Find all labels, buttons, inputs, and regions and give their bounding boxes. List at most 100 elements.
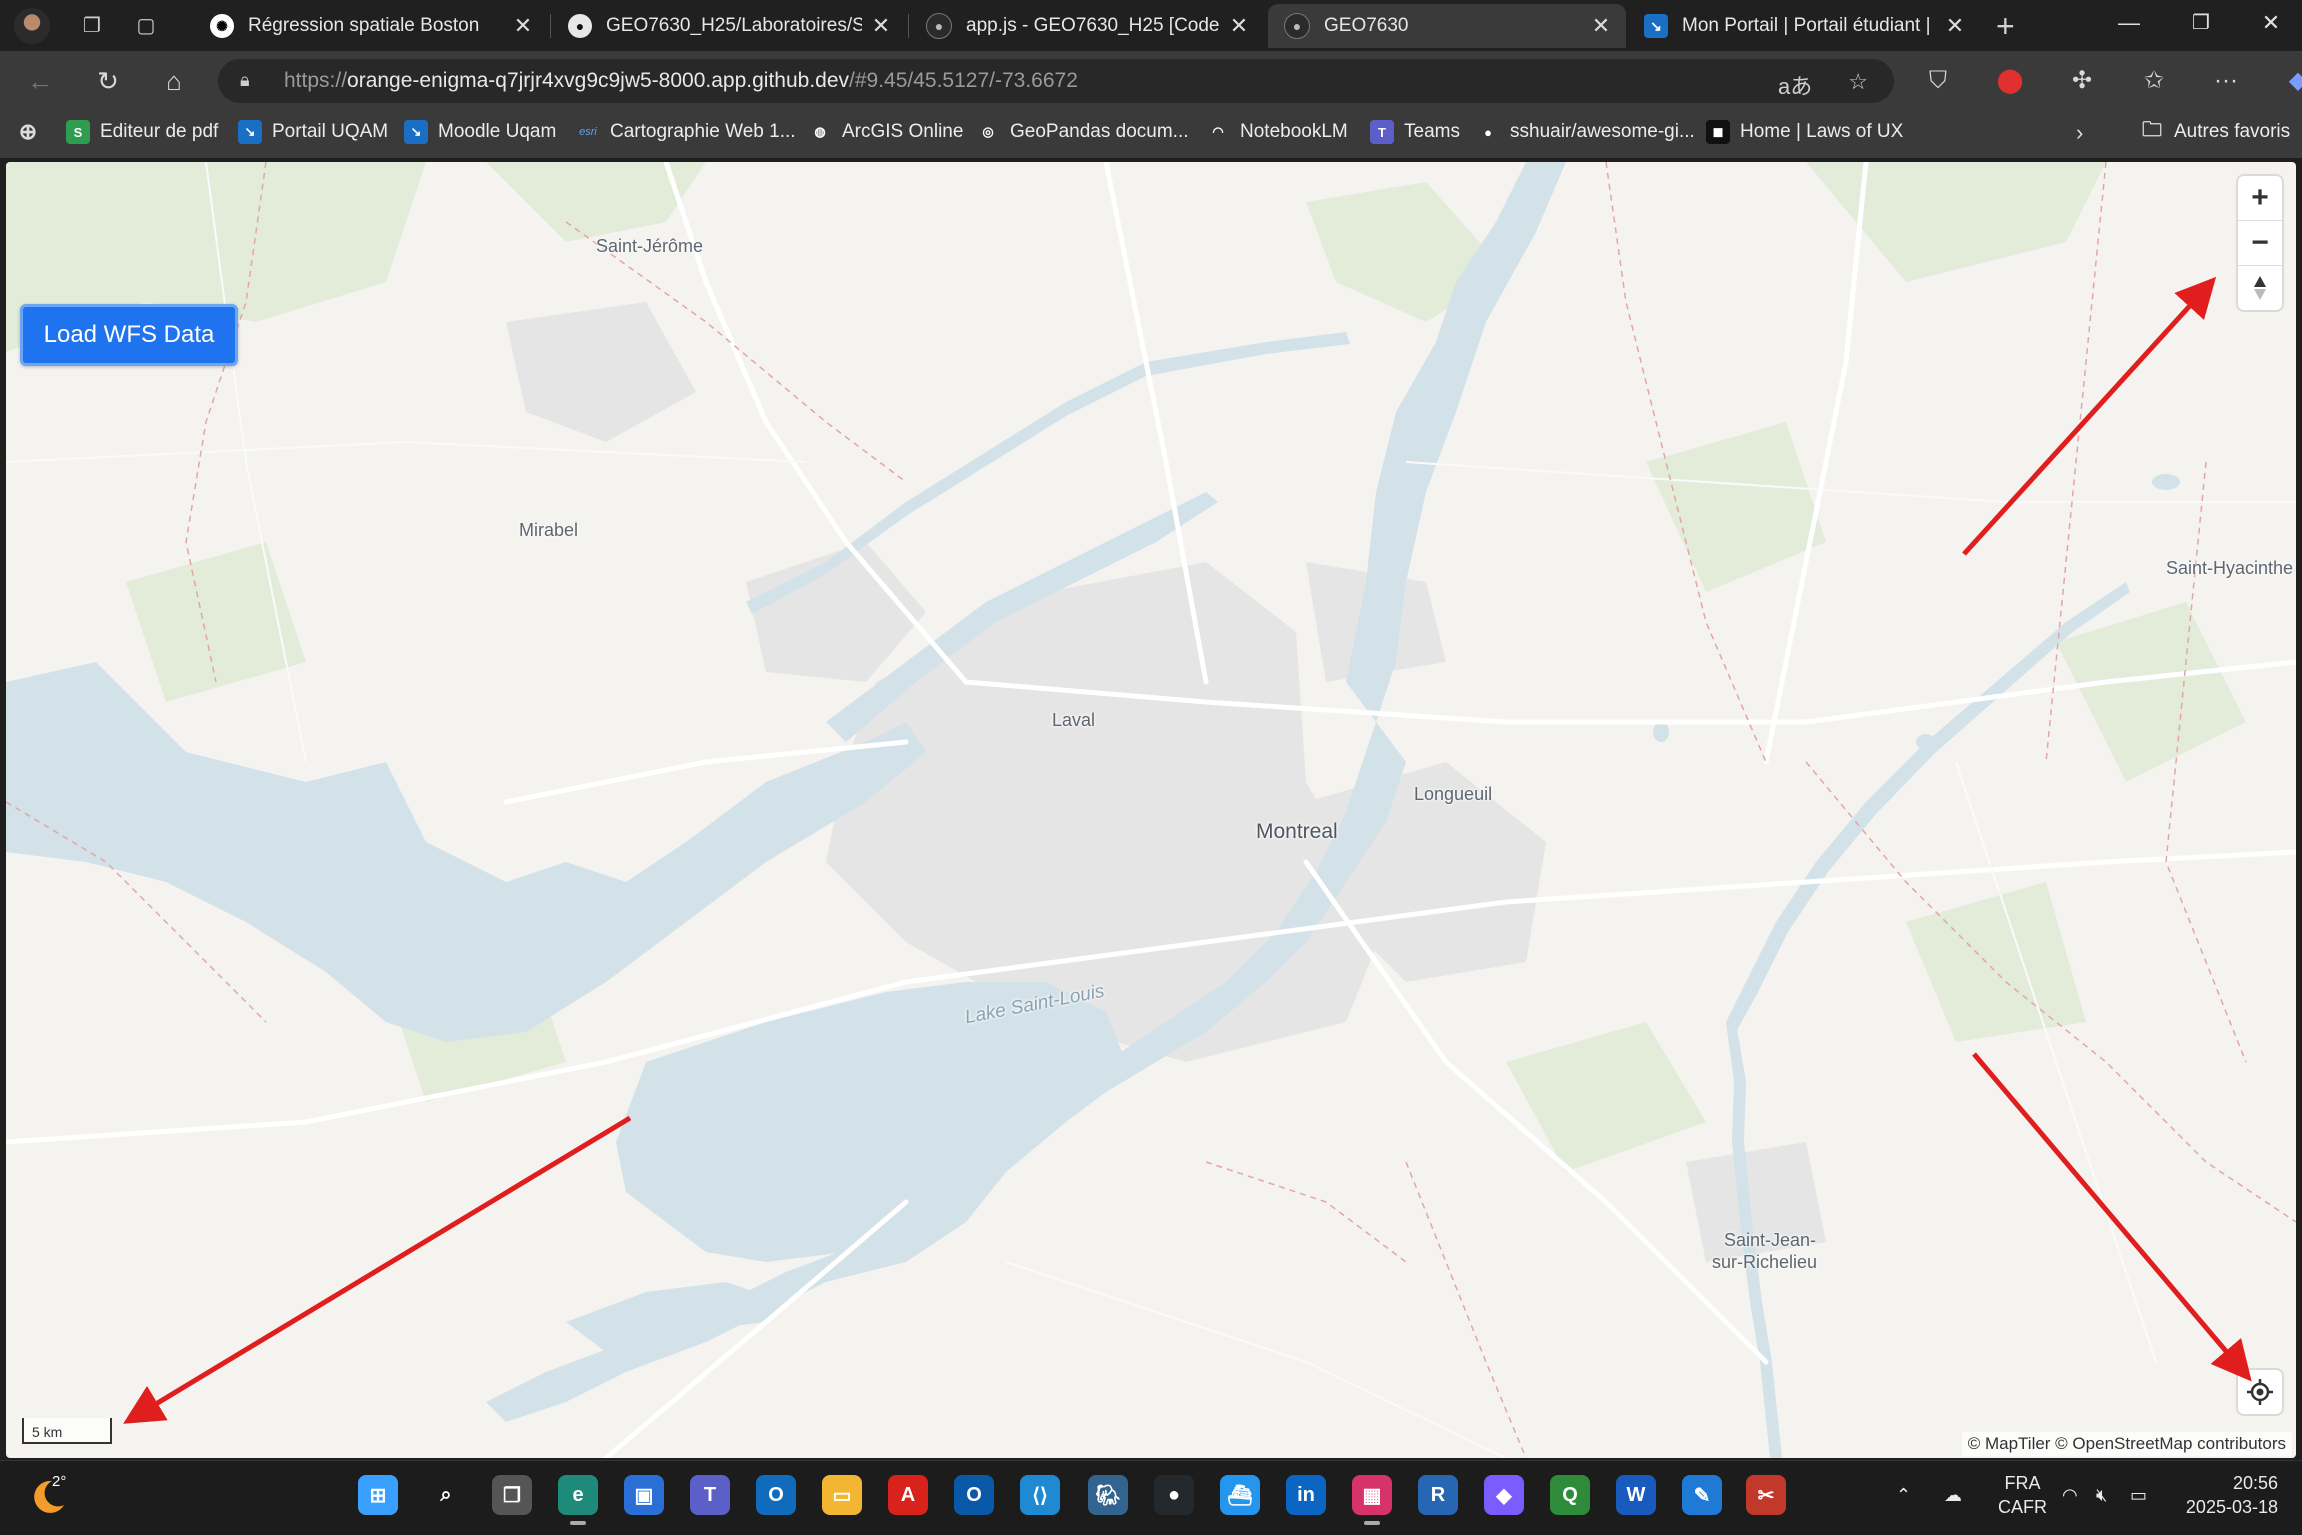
basemap [6, 162, 2296, 1458]
bookmark-item[interactable]: ↘ Portail UQAM [238, 120, 388, 144]
bookmark-label: Moodle Uqam [438, 121, 557, 142]
compass-button[interactable] [2238, 266, 2282, 310]
zoom-in-button[interactable]: + [2238, 176, 2282, 221]
word-icon[interactable]: W [1616, 1475, 1656, 1515]
volume-muted-icon[interactable]: 🔇︎ [2096, 1483, 2107, 1507]
close-icon[interactable]: ✕ [512, 13, 534, 39]
close-icon[interactable]: ✕ [1944, 13, 1966, 39]
folder-icon: 🗀︎ [2142, 119, 2162, 141]
close-icon[interactable]: ✕ [1228, 13, 1250, 39]
clock[interactable]: 20:56 2025-03-18 [2178, 1471, 2278, 1519]
vscode-icon[interactable]: ⟨⟩ [1020, 1475, 1060, 1515]
tab-regression-boston[interactable]: ✺ Régression spatiale Boston ✕ [194, 4, 548, 48]
copilot-icon[interactable]: ◆ [2282, 65, 2302, 97]
battery-icon[interactable]: ▭ [2130, 1483, 2147, 1507]
clock-date: 2025-03-18 [2185, 1497, 2278, 1517]
github-icon: ● [1284, 13, 1310, 39]
wifi-icon[interactable]: ◠ [2062, 1483, 2078, 1507]
tab-codespace-appjs[interactable]: ● app.js - GEO7630_H25 [Codespac ✕ [910, 4, 1264, 48]
onedrive-icon[interactable]: ☁︎ [1944, 1483, 1962, 1507]
url-path: /#9.45/45.5127/-73.6672 [849, 69, 1078, 92]
browser-toolbar: ⛉ ⬤ ✣ ✩ ··· ◆ [1922, 65, 2302, 97]
bookmark-item[interactable]: ↘ Moodle Uqam [404, 120, 556, 144]
tab-title: Régression spatiale Boston [248, 15, 480, 36]
tray-overflow-chevron-icon[interactable]: ⌃ [1896, 1483, 1911, 1507]
shield-icon[interactable]: ⛉ [1922, 65, 1954, 97]
bookmark-item[interactable]: esri Cartographie Web 1... [576, 120, 796, 144]
place-label: Saint-Jean- [1724, 1230, 1817, 1250]
zoom-out-button[interactable]: − [2238, 221, 2282, 266]
edge-icon[interactable]: e [558, 1475, 598, 1525]
bookmark-item[interactable]: ◠ NotebookLM [1206, 120, 1348, 144]
close-icon[interactable]: ✕ [870, 13, 892, 39]
bookmark-item[interactable]: S Editeur de pdf [66, 120, 218, 144]
extensions-icon[interactable]: ✣ [2066, 65, 2098, 97]
keyboard-language[interactable]: FRA CAFR [1998, 1471, 2047, 1519]
restore-button[interactable]: ❐ [2186, 10, 2216, 35]
qgis-icon[interactable]: Q [1550, 1475, 1590, 1515]
outlook-classic-icon[interactable]: O [954, 1475, 994, 1515]
snipping-tool-icon[interactable]: ✂ [1746, 1475, 1786, 1515]
bookmark-item[interactable]: T Teams [1370, 120, 1460, 144]
new-tab-button[interactable]: + [1996, 8, 2015, 45]
file-explorer-icon[interactable]: ▭ [822, 1475, 862, 1515]
bookmark-item[interactable]: ◎ GeoPandas docum... [976, 120, 1189, 144]
paint-icon[interactable]: ✎ [1682, 1475, 1722, 1515]
favorites-icon[interactable]: ✩ [2138, 65, 2170, 97]
bookmark-label: Editeur de pdf [100, 121, 219, 142]
site-info-icon[interactable]: 🔒︎ [240, 70, 262, 92]
geolocate-button[interactable] [2238, 1370, 2282, 1414]
bookmark-item[interactable]: ◼ Home | Laws of UX [1706, 120, 1903, 144]
navigation-bar: ← ↻ ⌂ 🔒︎ https://orange-enigma-q7jrjr4xv… [0, 51, 2302, 111]
place-label: sur-Richelieu [1712, 1252, 1818, 1272]
teams-icon[interactable]: T [690, 1475, 730, 1515]
tab-title: GEO7630 [1324, 15, 1409, 36]
refresh-button[interactable]: ↻ [92, 65, 124, 97]
favorite-star-icon[interactable]: ☆ [1848, 69, 1868, 101]
linkedin-icon[interactable]: in [1286, 1475, 1326, 1515]
scale-bar: 5 km [22, 1418, 112, 1444]
place-label: Mirabel [519, 520, 579, 540]
outlook-icon[interactable]: O [756, 1475, 796, 1515]
uqam-icon: ↘ [404, 120, 428, 144]
address-bar[interactable]: 🔒︎ https://orange-enigma-q7jrjr4xvg9c9jw… [218, 59, 1894, 103]
github-icon: ● [1476, 120, 1500, 144]
tab-strip: ❐ ▢ ✺ Régression spatiale Boston ✕ ● GEO… [0, 0, 2302, 51]
bookmarks-overflow-chevron-icon[interactable]: › [2076, 120, 2083, 146]
workspaces-icon[interactable]: ❐ [80, 14, 104, 38]
load-wfs-data-button[interactable]: Load WFS Data [20, 304, 238, 366]
tab-github-labs[interactable]: ● GEO7630_H25/Laboratoires/Sema ✕ [552, 4, 906, 48]
tab-geo7630[interactable]: ● GEO7630 ✕ [1268, 4, 1626, 48]
task-view-icon[interactable]: ❐ [492, 1475, 532, 1515]
home-button[interactable]: ⌂ [158, 65, 190, 97]
read-aloud-icon[interactable]: aあ [1778, 69, 1812, 101]
url-scheme: https:// [284, 69, 348, 92]
other-favorites-label: Autres favoris [2174, 121, 2291, 142]
tab-mon-portail[interactable]: ↘ Mon Portail | Portail étudiant | UQ ✕ [1628, 4, 1980, 48]
extension-red-icon[interactable]: ⬤ [1994, 65, 2026, 97]
minimize-button[interactable]: — [2114, 10, 2144, 36]
windows-start-icon[interactable]: ⊞ [358, 1475, 398, 1515]
close-icon[interactable]: ✕ [1590, 13, 1612, 39]
map-attribution[interactable]: © MapTiler © OpenStreetMap contributors [1961, 1432, 2292, 1456]
close-window-button[interactable]: ✕ [2256, 10, 2286, 36]
github-desktop-icon[interactable]: ● [1154, 1475, 1194, 1515]
remote-desktop-icon[interactable]: ▦ [1352, 1475, 1392, 1525]
acrobat-icon[interactable]: A [888, 1475, 928, 1515]
back-button[interactable]: ← [24, 65, 56, 97]
search-icon[interactable]: ⌕ [426, 1475, 466, 1515]
other-favorites-folder[interactable]: 🗀︎ Autres favoris [2140, 119, 2291, 144]
postgres-icon[interactable]: 🐘︎ [1088, 1475, 1128, 1515]
profile-avatar[interactable] [14, 8, 50, 44]
store-icon[interactable]: ▣ [624, 1475, 664, 1515]
map-canvas[interactable]: Saint-Jérôme Mirabel Laval Longueuil Montrea… [6, 162, 2296, 1458]
r-icon[interactable]: R [1418, 1475, 1458, 1515]
weather-widget[interactable]: 2° [30, 1473, 70, 1515]
copilot-icon[interactable]: ◆ [1484, 1475, 1524, 1515]
bookmark-item[interactable]: ◍ ArcGIS Online [808, 120, 963, 144]
more-menu-icon[interactable]: ··· [2210, 65, 2242, 97]
bookmark-item[interactable]: ● sshuair/awesome-gi... [1476, 120, 1695, 144]
vertical-tabs-icon[interactable]: ▢ [134, 14, 158, 38]
docker-icon[interactable]: ⛴︎ [1220, 1475, 1260, 1515]
bookmark-globe-icon[interactable]: ⊕ [16, 119, 50, 144]
